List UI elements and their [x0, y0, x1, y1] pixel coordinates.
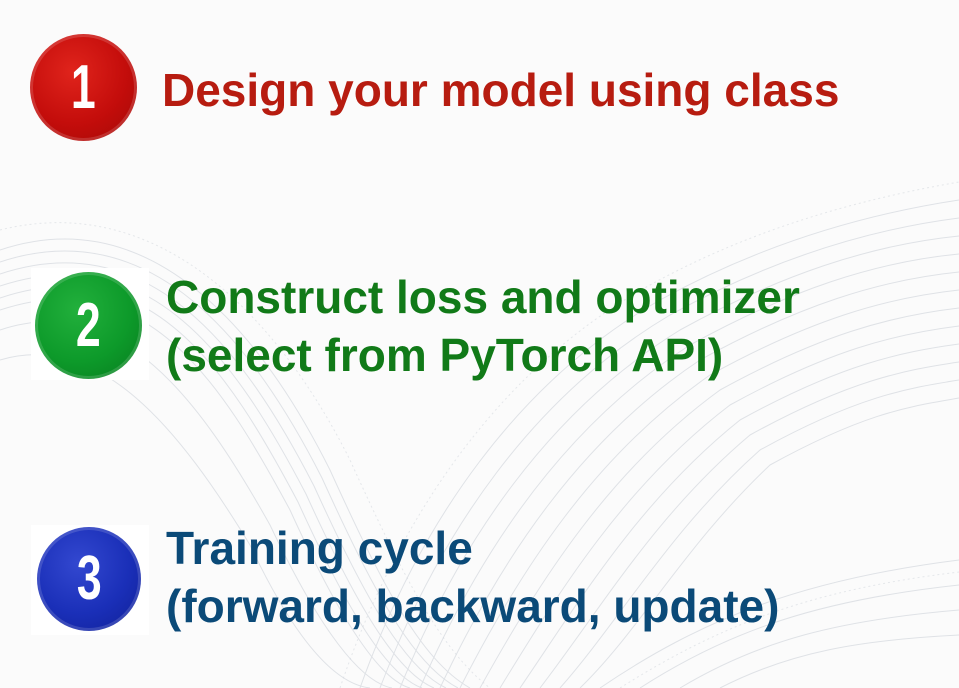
step-3-line-2: (forward, backward, update)	[166, 580, 780, 632]
step-2-number: 2	[76, 290, 101, 360]
step-2-number-badge: 2	[35, 272, 142, 379]
step-1-number-badge: 1	[30, 34, 137, 141]
step-3-text: Training cycle (forward, backward, updat…	[166, 519, 779, 635]
step-1-line-1: Design your model using class	[162, 64, 840, 116]
step-2-line-1: Construct loss and optimizer	[166, 271, 800, 323]
slide: 1 Design your model using class 2 Constr…	[0, 0, 959, 688]
step-3-number-badge: 3	[37, 527, 141, 631]
step-2-line-2: (select from PyTorch API)	[166, 329, 724, 381]
step-1-number: 1	[71, 52, 96, 122]
step-1-text: Design your model using class	[162, 61, 839, 119]
step-2-text: Construct loss and optimizer (select fro…	[166, 268, 800, 384]
step-3-number: 3	[76, 544, 102, 613]
step-3-line-1: Training cycle	[166, 522, 473, 574]
